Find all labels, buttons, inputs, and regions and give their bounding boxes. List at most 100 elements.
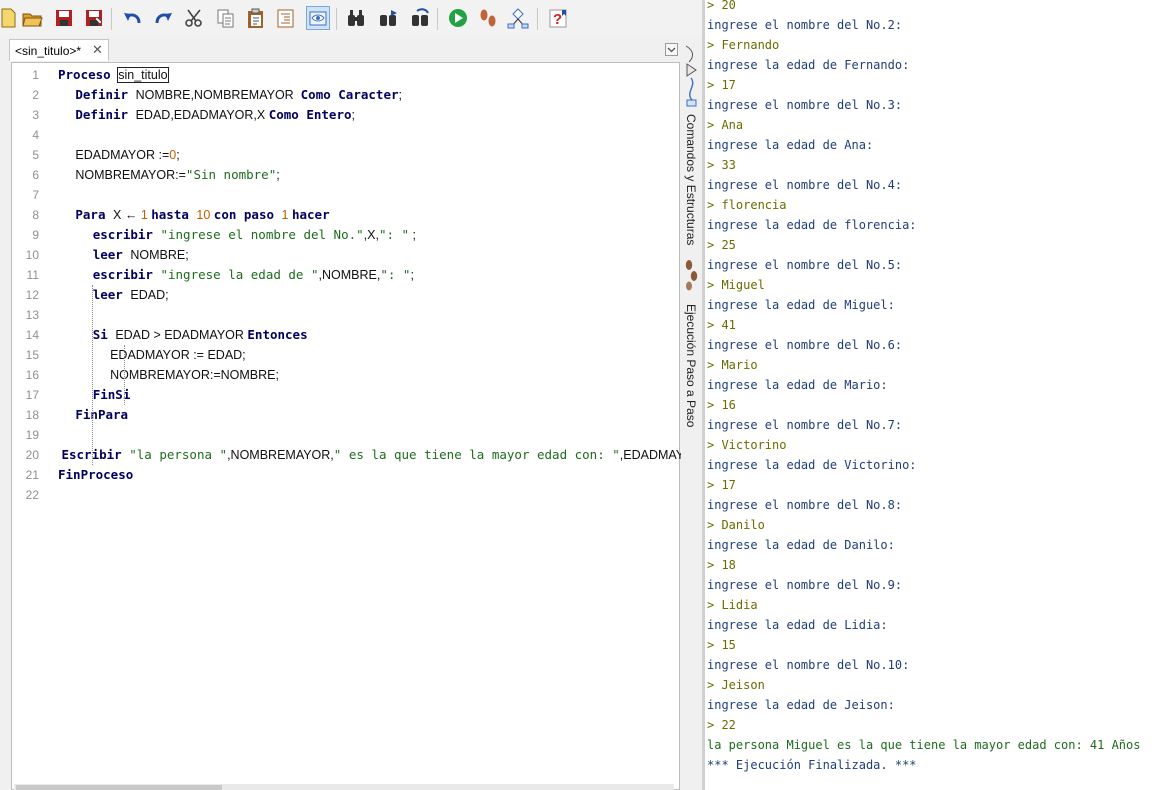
process-name-token: sin_titulo bbox=[117, 67, 169, 83]
pane-splitter[interactable] bbox=[702, 0, 705, 790]
code-editor[interactable]: 1 2 3 4 5 6 7 8 9 10 11 12 13 14 15 16 17 18 19 20 21 22 Proc… bbox=[11, 62, 702, 790]
code-line[interactable] bbox=[58, 125, 679, 145]
find-icon bbox=[348, 10, 364, 26]
line-number: 9 bbox=[32, 228, 39, 242]
string-token: "ingrese la edad de " bbox=[160, 267, 319, 282]
code-line[interactable] bbox=[58, 485, 679, 505]
line-number: 20 bbox=[25, 448, 39, 462]
code-token: EDADMAYOR := bbox=[58, 148, 170, 162]
console-line: > 22 bbox=[707, 718, 736, 732]
console-line: ingrese la edad de Lidia: bbox=[707, 618, 888, 632]
footsteps-icon bbox=[683, 258, 700, 296]
console-line: ingrese el nombre del No.9: bbox=[707, 578, 903, 592]
string-token: "Sin nombre" bbox=[185, 167, 277, 182]
code-token: NOMBRE,NOMBREMAYOR bbox=[135, 88, 301, 102]
help-button[interactable]: ? bbox=[546, 6, 570, 30]
code-line[interactable]: FinSi bbox=[58, 385, 679, 405]
line-number: 8 bbox=[32, 208, 39, 222]
execution-console[interactable]: > 20 ingrese el nombre del No.2: > Fernand… bbox=[706, 0, 1169, 790]
console-line: ingrese la edad de Jeison: bbox=[707, 698, 895, 712]
tab-sin-titulo[interactable]: <sin_titulo>* ✕ bbox=[9, 39, 109, 61]
code-token: ; bbox=[176, 148, 180, 162]
find-button[interactable] bbox=[344, 6, 368, 30]
console-line: ingrese la edad de Ana: bbox=[707, 138, 874, 152]
console-line: > Jeison bbox=[707, 678, 765, 692]
code-line[interactable] bbox=[58, 305, 679, 325]
run-button[interactable] bbox=[446, 6, 470, 30]
toolbar: ? bbox=[0, 0, 702, 36]
console-line: ingrese el nombre del No.8: bbox=[707, 498, 903, 512]
toolbar-separator bbox=[336, 8, 337, 30]
code-line[interactable]: escribir "ingrese la edad de ",NOMBRE,":… bbox=[58, 265, 679, 285]
line-number: 2 bbox=[32, 88, 39, 102]
open-folder-button[interactable] bbox=[20, 6, 44, 30]
code-token: NOMBREMAYOR:= bbox=[58, 168, 186, 182]
console-line: ingrese la edad de Fernando: bbox=[707, 58, 910, 72]
line-number: 7 bbox=[32, 188, 39, 202]
cut-icon bbox=[185, 9, 202, 27]
console-line: ingrese la edad de Danilo: bbox=[707, 538, 895, 552]
keyword-token: Si bbox=[92, 327, 116, 342]
code-line[interactable]: escribir "ingrese el nombre del No.",X,"… bbox=[58, 225, 679, 245]
line-number: 18 bbox=[25, 408, 39, 422]
code-line[interactable]: NOMBREMAYOR:=NOMBRE; bbox=[58, 365, 679, 385]
console-line: ingrese el nombre del No.5: bbox=[707, 258, 903, 272]
step-run-button[interactable] bbox=[476, 6, 500, 30]
editor-pane: ? <sin_titulo>* ✕ 1 2 3 4 5 6 7 8 9 10 11 12 13 14 15 1… bbox=[0, 0, 702, 790]
redo-icon bbox=[155, 13, 172, 24]
tab-commands-structures[interactable]: Comandos y Estructuras bbox=[684, 114, 698, 245]
code-line[interactable]: Definir EDAD,EDADMAYOR,X Como Entero; bbox=[58, 105, 679, 125]
line-number: 17 bbox=[25, 388, 39, 402]
redo-button[interactable] bbox=[152, 6, 176, 30]
preview-button[interactable] bbox=[306, 6, 330, 30]
console-line: *** Ejecución Finalizada. *** bbox=[707, 758, 917, 772]
code-line[interactable]: leer EDAD; bbox=[58, 285, 679, 305]
code-line[interactable]: EDADMAYOR := EDAD; bbox=[58, 345, 679, 365]
cut-button[interactable] bbox=[182, 6, 206, 30]
code-line[interactable]: leer NOMBRE; bbox=[58, 245, 679, 265]
console-line: > 20 bbox=[707, 0, 736, 12]
copy-button[interactable] bbox=[214, 6, 238, 30]
code-line[interactable]: NOMBREMAYOR:="Sin nombre"; bbox=[58, 165, 679, 185]
block-guide bbox=[124, 345, 125, 405]
code-line[interactable]: FinProceso bbox=[58, 465, 679, 485]
new-file-button[interactable] bbox=[0, 6, 20, 30]
keyword-token: Entonces bbox=[247, 327, 308, 342]
code-line[interactable] bbox=[58, 425, 679, 445]
console-line: ingrese el nombre del No.3: bbox=[707, 98, 903, 112]
find-next-button[interactable] bbox=[376, 6, 400, 30]
tab-step-by-step[interactable]: Ejecución Paso a Paso bbox=[684, 304, 698, 427]
replace-button[interactable] bbox=[408, 6, 432, 30]
console-line: > 17 bbox=[707, 478, 736, 492]
line-number: 3 bbox=[32, 108, 39, 122]
paste-button[interactable] bbox=[244, 6, 268, 30]
code-line[interactable] bbox=[58, 185, 679, 205]
line-number: 22 bbox=[25, 488, 39, 502]
code-line[interactable]: Escribir "la persona ",NOMBREMAYOR," es … bbox=[58, 445, 702, 465]
save-as-button[interactable] bbox=[82, 6, 106, 30]
scrollbar-thumb[interactable] bbox=[16, 785, 222, 790]
code-line[interactable]: Si EDAD > EDADMAYOR Entonces bbox=[58, 325, 679, 345]
code-line[interactable]: Definir NOMBRE,NOMBREMAYOR Como Caracter… bbox=[58, 85, 679, 105]
code-token: ,X, bbox=[363, 228, 379, 242]
line-number: 13 bbox=[25, 308, 39, 322]
code-line[interactable]: EDADMAYOR :=0; bbox=[58, 145, 679, 165]
console-line: > 15 bbox=[707, 638, 736, 652]
undo-button[interactable] bbox=[120, 6, 144, 30]
indent-button[interactable] bbox=[274, 6, 298, 30]
code-area[interactable]: Proceso sin_titulo Definir NOMBRE,NOMBRE… bbox=[58, 65, 702, 505]
tab-list-dropdown[interactable] bbox=[665, 43, 678, 56]
code-line[interactable]: Para X ← 1 hasta 10 con paso 1 hacer bbox=[58, 205, 679, 225]
console-line: > 18 bbox=[707, 558, 736, 572]
flowchart-button[interactable] bbox=[506, 6, 530, 30]
code-line[interactable]: FinPara bbox=[58, 405, 679, 425]
line-number: 10 bbox=[25, 248, 39, 262]
close-icon[interactable]: ✕ bbox=[92, 42, 103, 58]
save-button[interactable] bbox=[52, 6, 76, 30]
side-panel-tabs: Comandos y Estructuras Ejecución Paso a … bbox=[681, 36, 702, 790]
code-line[interactable]: Proceso sin_titulo bbox=[58, 65, 679, 85]
indent-icon bbox=[277, 9, 294, 28]
